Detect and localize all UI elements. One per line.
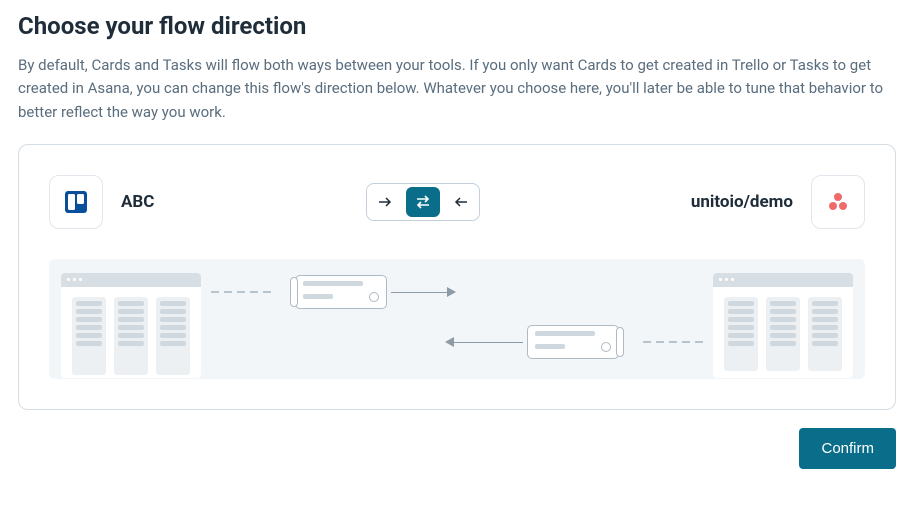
arrow-swap-icon bbox=[414, 193, 432, 211]
footer: Confirm bbox=[18, 428, 896, 469]
diagram-arrow-left-head bbox=[445, 337, 454, 347]
direction-left-button[interactable] bbox=[443, 187, 479, 217]
tool-row: ABC bbox=[49, 175, 865, 229]
diagram-right-board bbox=[713, 273, 853, 378]
right-tool-label: unitoio/demo bbox=[691, 192, 793, 212]
diagram-card-incoming bbox=[527, 325, 619, 359]
left-tool: ABC bbox=[49, 175, 154, 229]
left-tool-label: ABC bbox=[121, 192, 154, 212]
diagram-card-outgoing bbox=[295, 275, 387, 309]
trello-icon bbox=[49, 175, 103, 229]
direction-both-button[interactable] bbox=[406, 187, 440, 217]
right-tool: unitoio/demo bbox=[691, 175, 865, 229]
diagram-dashes-left bbox=[211, 291, 271, 293]
diagram-left-board bbox=[61, 273, 201, 378]
direction-right-button[interactable] bbox=[367, 187, 403, 217]
flow-panel: ABC bbox=[18, 144, 896, 410]
diagram-arrow-right-head bbox=[447, 287, 456, 297]
arrow-right-icon bbox=[377, 194, 393, 210]
page-description: By default, Cards and Tasks will flow bo… bbox=[18, 54, 888, 124]
asana-icon bbox=[811, 175, 865, 229]
confirm-button[interactable]: Confirm bbox=[799, 428, 896, 469]
diagram-dashes-right bbox=[643, 341, 703, 343]
arrow-left-icon bbox=[453, 194, 469, 210]
direction-picker bbox=[366, 183, 480, 221]
diagram-arrow-left-line bbox=[453, 342, 523, 343]
diagram-arrow-right-line bbox=[391, 292, 449, 293]
page-title: Choose your flow direction bbox=[18, 12, 896, 40]
flow-diagram bbox=[49, 259, 865, 379]
